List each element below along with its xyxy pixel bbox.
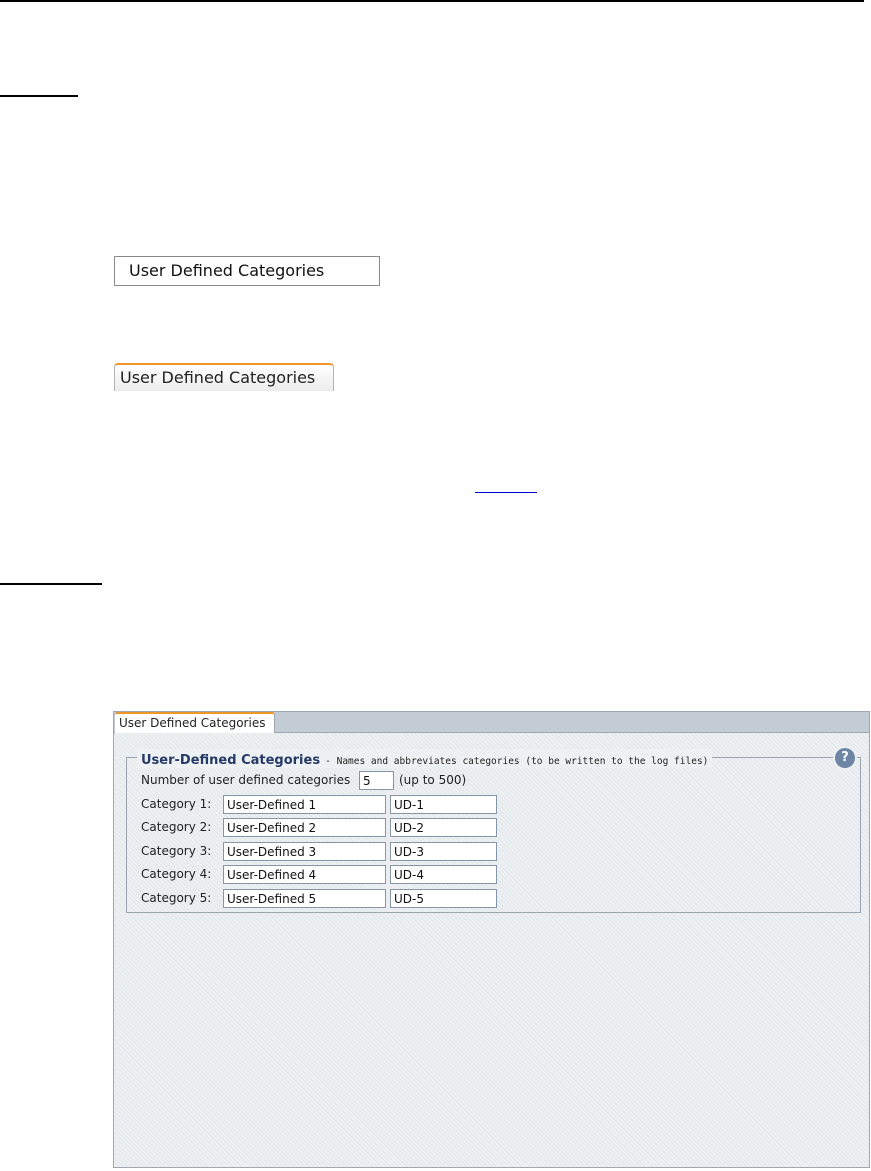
legend-description: - Names and abbreviates categories (to b… — [325, 756, 709, 767]
categories-panel: User Defined Categories User-Defined Cat… — [113, 711, 870, 1168]
fieldset-legend: User-Defined Categories - Names and abbr… — [137, 749, 713, 768]
categories-fieldset: User-Defined Categories - Names and abbr… — [126, 748, 861, 913]
category-name-input[interactable] — [223, 795, 386, 814]
category-name-input[interactable] — [223, 818, 386, 837]
category-name-input[interactable] — [223, 842, 386, 861]
tab-strip: User Defined Categories — [114, 712, 869, 733]
category-label: Category 1: — [141, 797, 212, 811]
category-abbr-input[interactable] — [390, 795, 497, 814]
category-abbr-input[interactable] — [390, 865, 497, 884]
top-rule — [0, 0, 864, 2]
heading-underline — [0, 95, 78, 97]
category-count-input[interactable] — [359, 771, 394, 790]
heading-underline — [0, 583, 102, 585]
category-abbr-input[interactable] — [390, 842, 497, 861]
category-label: Category 5: — [141, 891, 212, 905]
category-abbr-input[interactable] — [390, 818, 497, 837]
legend-title: User-Defined Categories — [141, 753, 321, 768]
tab-user-defined-categories[interactable]: User Defined Categories — [115, 712, 275, 733]
count-hint: (up to 500) — [399, 773, 467, 787]
count-label: Number of user defined categories — [141, 773, 351, 787]
category-abbr-input[interactable] — [390, 889, 497, 908]
link-underline[interactable] — [475, 492, 537, 493]
help-icon[interactable]: ? — [835, 748, 855, 768]
caption-tab-label: User Defined Categories — [114, 363, 334, 391]
caption-field-label: User Defined Categories — [114, 256, 380, 286]
category-label: Category 3: — [141, 844, 212, 858]
category-name-input[interactable] — [223, 865, 386, 884]
category-label: Category 4: — [141, 867, 212, 881]
category-name-input[interactable] — [223, 889, 386, 908]
category-label: Category 2: — [141, 820, 212, 834]
